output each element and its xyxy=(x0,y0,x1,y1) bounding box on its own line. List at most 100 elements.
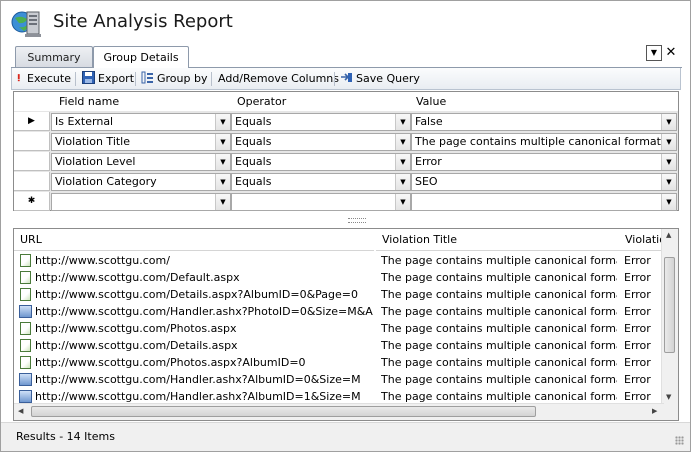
report-window: Site Analysis Report Summary Group Detai… xyxy=(0,0,691,452)
field-select[interactable]: Violation Title ▼ xyxy=(51,133,231,151)
chevron-down-icon[interactable]: ▼ xyxy=(215,114,230,130)
violation-level-cell: Error xyxy=(624,322,651,335)
scroll-down-icon[interactable]: ▼ xyxy=(666,393,671,401)
horizontal-scrollbar[interactable]: ◀ ▶ xyxy=(14,403,664,420)
page-icon xyxy=(20,254,31,267)
pane-splitter[interactable] xyxy=(13,213,679,227)
vertical-scrollbar[interactable]: ▲ ▼ xyxy=(661,229,678,404)
filter-header-operator: Operator xyxy=(230,92,410,111)
chevron-down-icon[interactable]: ▼ xyxy=(661,154,676,170)
column-header-violation-title[interactable]: Violation Title xyxy=(376,229,619,251)
value-select[interactable]: False ▼ xyxy=(411,113,677,131)
column-header-violation-level[interactable]: Violation Level xyxy=(619,229,664,251)
vertical-scroll-thumb[interactable] xyxy=(664,257,675,353)
chevron-down-icon[interactable]: ▼ xyxy=(661,194,676,210)
value-value: SEO xyxy=(415,175,438,188)
operator-select[interactable]: Equals ▼ xyxy=(231,153,411,171)
field-select[interactable]: Violation Level ▼ xyxy=(51,153,231,171)
execute-button[interactable]: Execute xyxy=(16,71,71,87)
tab-group-details[interactable]: Group Details xyxy=(93,46,189,68)
export-label: Export xyxy=(98,72,135,85)
chevron-down-icon[interactable]: ▼ xyxy=(215,174,230,190)
value-value: Error xyxy=(415,155,442,168)
save-query-button[interactable]: Save Query xyxy=(340,71,420,87)
violation-level-cell: Error xyxy=(624,305,651,318)
scroll-up-icon[interactable]: ▲ xyxy=(666,231,671,239)
save-query-label: Save Query xyxy=(356,72,420,85)
table-row[interactable]: http://www.scottgu.com/Handler.ashx?Phot… xyxy=(14,303,664,320)
image-icon xyxy=(19,305,32,318)
table-row[interactable]: http://www.scottgu.com/Photos.aspx The pa… xyxy=(14,320,664,337)
table-row[interactable]: http://www.scottgu.com/Details.aspx The p… xyxy=(14,337,664,354)
chevron-down-icon[interactable]: ▼ xyxy=(661,114,676,130)
close-icon[interactable]: ✕ xyxy=(663,45,679,61)
chevron-down-icon[interactable]: ▼ xyxy=(661,174,676,190)
operator-select[interactable]: Equals ▼ xyxy=(231,113,411,131)
resize-grip-icon[interactable] xyxy=(675,436,684,445)
scrollbar-corner xyxy=(662,404,678,420)
save-disk-icon xyxy=(82,71,95,84)
operator-value: Equals xyxy=(235,115,272,128)
field-select[interactable]: Violation Category ▼ xyxy=(51,173,231,191)
field-select[interactable]: Is External ▼ xyxy=(51,113,231,131)
operator-select[interactable]: Equals ▼ xyxy=(231,133,411,151)
add-remove-columns-button[interactable]: Add/Remove Columns xyxy=(218,71,339,87)
horizontal-scroll-thumb[interactable] xyxy=(31,406,536,417)
value-select[interactable]: Error ▼ xyxy=(411,153,677,171)
filter-header-field: Field name xyxy=(50,92,230,111)
url-cell: http://www.scottgu.com/Default.aspx xyxy=(35,271,240,284)
chevron-down-icon[interactable]: ▼ xyxy=(395,114,410,130)
scroll-left-icon[interactable]: ◀ xyxy=(18,407,23,415)
chevron-down-icon[interactable]: ▼ xyxy=(215,194,230,210)
chevron-down-icon[interactable]: ▼ xyxy=(215,154,230,170)
toolbar-separator xyxy=(75,72,76,86)
chevron-down-icon[interactable]: ▼ xyxy=(395,174,410,190)
value-select[interactable]: The page contains multiple canonical for… xyxy=(411,133,677,151)
table-row[interactable]: http://www.scottgu.com/The page contains… xyxy=(14,252,664,269)
table-row[interactable]: http://www.scottgu.com/Details.aspx?Albu… xyxy=(14,286,664,303)
results-list: URL Violation Title Violation Level http… xyxy=(13,228,679,421)
tab-summary[interactable]: Summary xyxy=(15,46,93,67)
table-row[interactable]: http://www.scottgu.com/Photos.aspx?Album… xyxy=(14,354,664,371)
execute-label: Execute xyxy=(27,72,71,85)
new-row-indicator: ✱ xyxy=(14,192,50,211)
chevron-down-icon[interactable]: ▼ xyxy=(395,134,410,150)
violation-title-cell: The page contains multiple canonical for… xyxy=(381,322,617,335)
chevron-down-icon[interactable]: ▼ xyxy=(395,194,410,210)
violation-title-cell: The page contains multiple canonical for… xyxy=(381,373,617,386)
row-header xyxy=(14,172,50,191)
field-value: Violation Category xyxy=(55,175,157,188)
scroll-right-icon[interactable]: ▶ xyxy=(652,407,657,415)
operator-select[interactable]: ▼ xyxy=(231,193,411,211)
operator-select[interactable]: Equals ▼ xyxy=(231,173,411,191)
toolbar: Execute Export Group by Add/Remove Colum… xyxy=(11,68,681,90)
export-button[interactable]: Export xyxy=(82,71,134,87)
tab-menu-dropdown-icon[interactable]: ▼ xyxy=(646,45,662,61)
current-row-indicator: ▶ xyxy=(14,112,50,131)
url-cell: http://www.scottgu.com/Handler.ashx?Albu… xyxy=(35,373,361,386)
value-select[interactable]: SEO ▼ xyxy=(411,173,677,191)
violation-level-cell: Error xyxy=(624,271,651,284)
url-cell: http://www.scottgu.com/Photos.aspx xyxy=(35,322,237,335)
field-value: Violation Title xyxy=(55,135,131,148)
group-by-label: Group by xyxy=(157,72,208,85)
column-header-url[interactable]: URL xyxy=(14,229,374,251)
operator-value: Equals xyxy=(235,175,272,188)
chevron-down-icon[interactable]: ▼ xyxy=(215,134,230,150)
row-header xyxy=(14,152,50,171)
query-filter-grid: Field name Operator Value ▶ Is External ▼… xyxy=(13,91,679,211)
chevron-down-icon[interactable]: ▼ xyxy=(661,134,676,150)
page-icon xyxy=(20,322,31,335)
violation-title-cell: The page contains multiple canonical for… xyxy=(381,254,617,267)
chevron-down-icon[interactable]: ▼ xyxy=(395,154,410,170)
value-select[interactable]: ▼ xyxy=(411,193,677,211)
violation-level-cell: Error xyxy=(624,254,651,267)
results-count: Results - 14 Items xyxy=(16,430,115,443)
field-select[interactable]: ▼ xyxy=(51,193,231,211)
toolbar-separator xyxy=(135,72,136,86)
table-row[interactable]: http://www.scottgu.com/Default.aspx The p… xyxy=(14,269,664,286)
group-by-button[interactable]: Group by xyxy=(141,71,207,87)
violation-title-cell: The page contains multiple canonical for… xyxy=(381,339,617,352)
save-query-icon xyxy=(341,73,352,82)
table-row[interactable]: http://www.scottgu.com/Handler.ashx?Albu… xyxy=(14,371,664,388)
